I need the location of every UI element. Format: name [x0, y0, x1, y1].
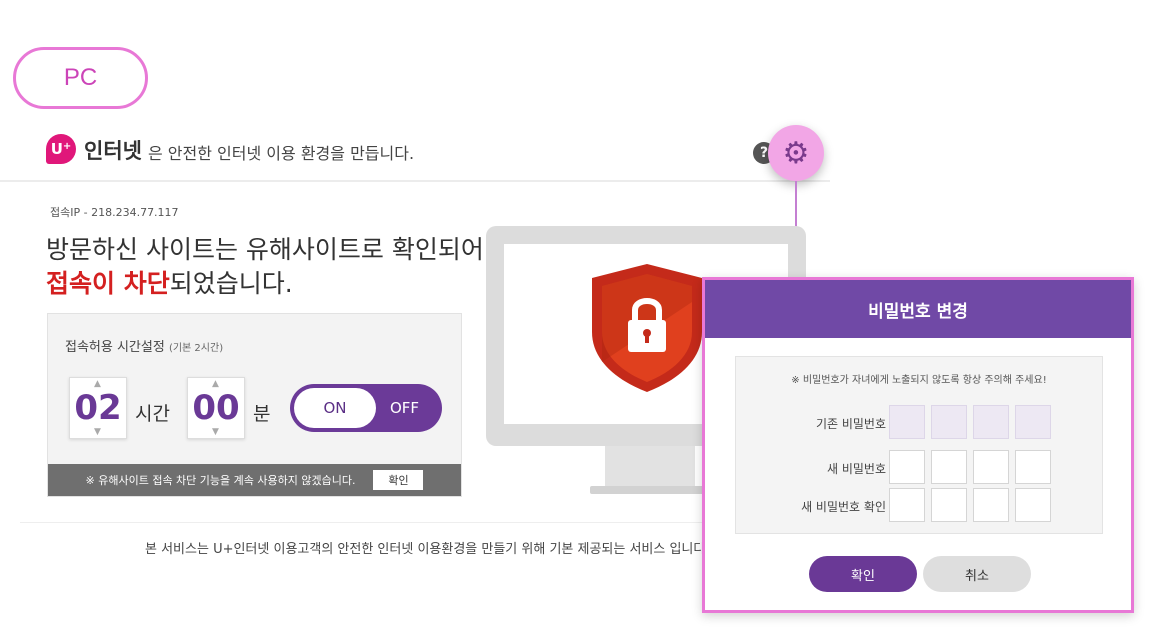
hours-stepper[interactable]: ▲ 02 ▼: [69, 377, 127, 439]
confirm-pin-2[interactable]: [931, 488, 967, 522]
block-message-line2: 접속이 차단되었습니다.: [46, 264, 293, 300]
confirm-pin-1[interactable]: [889, 488, 925, 522]
minutes-value: 00: [192, 388, 240, 428]
brand-name: 인터넷: [84, 139, 142, 163]
current-password-label: 기존 비밀번호: [815, 417, 886, 431]
block-message-rest: 되었습니다.: [169, 269, 293, 298]
hours-value: 02: [74, 388, 122, 428]
new-pin-4[interactable]: [1015, 450, 1051, 484]
new-pin-1[interactable]: [889, 450, 925, 484]
minutes-stepper[interactable]: ▲ 00 ▼: [187, 377, 245, 439]
current-pin-1[interactable]: [889, 405, 925, 439]
current-pin-2[interactable]: [931, 405, 967, 439]
minutes-unit: 분: [253, 403, 271, 425]
confirm-pin-4[interactable]: [1015, 488, 1051, 522]
current-pin-4[interactable]: [1015, 405, 1051, 439]
disable-block-bar: ※ 유해사이트 접속 차단 기능을 계속 사용하지 않겠습니다. 확인: [48, 464, 461, 496]
new-pin-2[interactable]: [931, 450, 967, 484]
logo-letter: U: [50, 140, 63, 158]
confirm-button[interactable]: 확인: [809, 556, 917, 592]
pc-label-tag: PC: [13, 47, 148, 109]
confirm-password-field[interactable]: [889, 488, 1051, 522]
time-setting-title: 접속허용 시간설정 (기본 2시간): [65, 340, 224, 355]
blocked-highlight: 접속이 차단: [46, 269, 170, 298]
disable-block-text: ※ 유해사이트 접속 차단 기능을 계속 사용하지 않겠습니다.: [85, 474, 356, 487]
hours-down-icon[interactable]: ▼: [94, 427, 101, 437]
password-form: ※ 비밀번호가 자녀에게 노출되지 않도록 항상 주의해 주세요! 기존 비밀번…: [735, 356, 1103, 534]
on-off-toggle[interactable]: ON OFF: [290, 384, 442, 432]
monitor-stand: [605, 446, 695, 488]
password-notice: ※ 비밀번호가 자녀에게 노출되지 않도록 항상 주의해 주세요!: [791, 375, 1047, 386]
minutes-down-icon[interactable]: ▼: [212, 427, 219, 437]
access-ip: 접속IP - 218.234.77.117: [50, 206, 179, 219]
new-pin-3[interactable]: [973, 450, 1009, 484]
block-message-line1: 방문하신 사이트는 유해사이트로 확인되어: [46, 235, 484, 264]
current-password-field[interactable]: [889, 405, 1051, 439]
footer-divider: [20, 522, 710, 523]
brand-tagline: 은 안전한 인터넷 이용 환경을 만듭니다.: [148, 144, 415, 163]
minutes-up-icon[interactable]: ▲: [212, 379, 219, 389]
disable-confirm-button[interactable]: 확인: [373, 470, 424, 490]
monitor-base: [590, 486, 710, 494]
cancel-button[interactable]: 취소: [923, 556, 1031, 592]
new-password-label: 새 비밀번호: [826, 462, 886, 476]
confirm-pin-3[interactable]: [973, 488, 1009, 522]
time-setting-note: (기본 2시간): [168, 343, 224, 354]
confirm-password-label: 새 비밀번호 확인: [801, 500, 886, 514]
new-password-field[interactable]: [889, 450, 1051, 484]
password-change-dialog: 비밀번호 변경 ※ 비밀번호가 자녀에게 노출되지 않도록 항상 주의해 주세요…: [702, 277, 1134, 613]
current-pin-3[interactable]: [973, 405, 1009, 439]
toggle-on-option[interactable]: ON: [294, 388, 376, 428]
gear-icon[interactable]: ⚙: [768, 125, 824, 181]
dialog-title: 비밀번호 변경: [705, 280, 1131, 338]
time-setting-panel: 접속허용 시간설정 (기본 2시간) ▲ 02 ▼ 시간 ▲ 00 ▼ 분 ON…: [47, 313, 462, 497]
hours-up-icon[interactable]: ▲: [94, 379, 101, 389]
toggle-off-option[interactable]: OFF: [390, 399, 419, 417]
service-note: 본 서비스는 U+인터넷 이용고객의 안전한 인터넷 이용환경을 만들기 위해 …: [145, 542, 710, 557]
uplus-logo: U +: [46, 134, 76, 164]
shield-lock-icon: [592, 264, 702, 392]
hours-unit: 시간: [135, 403, 170, 425]
